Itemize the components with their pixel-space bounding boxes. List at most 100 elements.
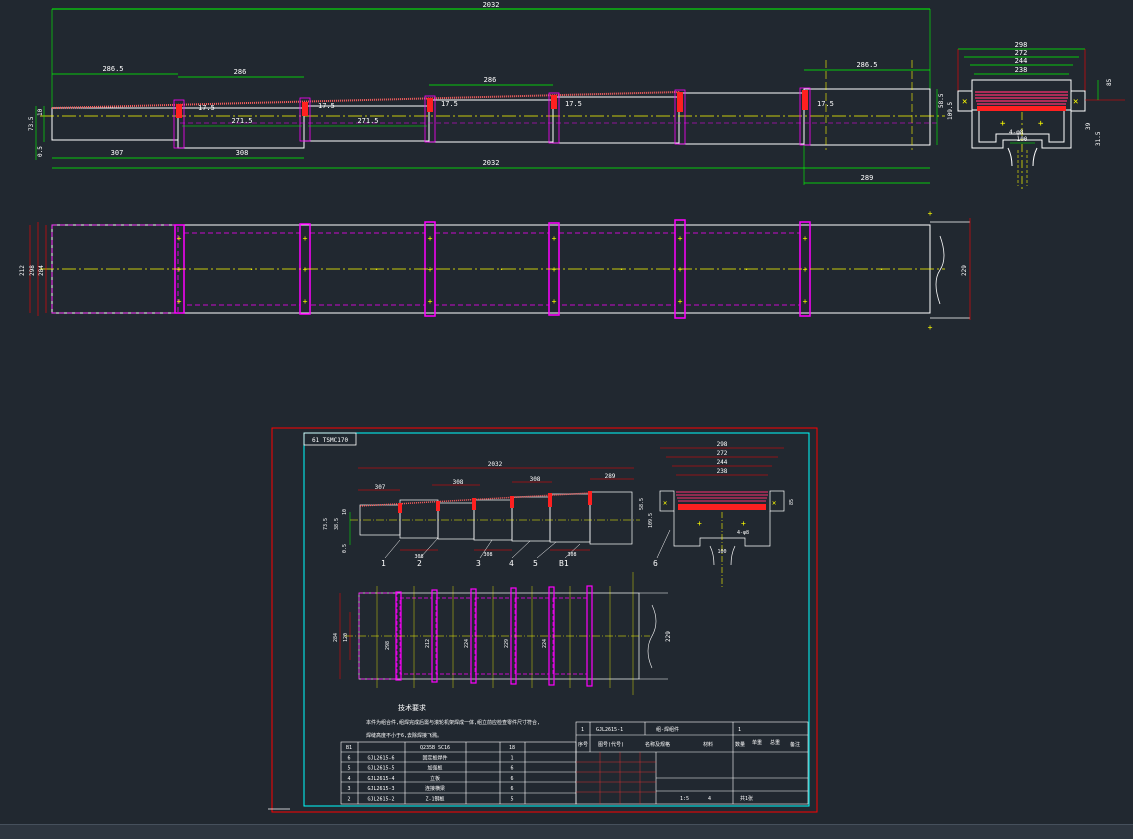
mini-left-3: 10 <box>342 509 348 515</box>
bom-cell: 加强板 <box>427 765 442 772</box>
mini-plan-inner-1: 298 <box>385 641 391 650</box>
sec-width-4: 238 <box>1015 66 1028 74</box>
mini-bottom-3: 308 <box>567 552 576 558</box>
sec-side-label: 85 <box>1106 78 1113 86</box>
mini-plan-left-1: 284 <box>333 633 339 642</box>
bom-cell: 1 <box>510 755 513 761</box>
sheet-title-tab: 61 TSMC170 <box>312 437 349 444</box>
dim-gap-1: 17.5 <box>198 104 215 112</box>
mini-sec-4: 238 <box>717 468 728 475</box>
mini-sec-3: 244 <box>717 459 728 466</box>
dim-gap-3: 17.5 <box>441 100 458 108</box>
mini-sec-7: 4-φ8 <box>737 530 749 536</box>
status-bar[interactable] <box>0 824 1133 839</box>
bom-rows: B1 Q235B SC16 18 6 GJL2615-6 固定板焊件 1 5 GJL2615-5… <box>346 745 515 803</box>
part-num-b1: B1 <box>559 559 569 568</box>
mini-bottom-2: 308 <box>483 552 492 558</box>
bom-cell: 连接横梁 <box>425 785 445 792</box>
notes-line-2: 焊缝高度不小于6,去除焊接飞溅。 <box>366 732 442 739</box>
svg-text:+: + <box>303 234 308 243</box>
dim-left-1: 73.5 <box>28 116 35 131</box>
elevation-view: 2032 286.5 286 286 286.5 17.5 17.5 17.5 … <box>28 1 954 185</box>
mini-top-5: 289 <box>605 473 616 480</box>
sec-bottom-label: 100 <box>1017 136 1028 143</box>
bom-cell: GJL2615-3 <box>367 786 394 792</box>
title-block <box>575 721 809 805</box>
mini-left-2: 38.5 <box>334 518 340 530</box>
dim-right-1: 58.5 <box>938 93 945 108</box>
sheet-mini-plan: 284 120 298 212 224 229 224 229 <box>333 572 672 695</box>
part-num-5: 5 <box>533 559 538 568</box>
tb-qty: 1 <box>738 727 741 733</box>
tb-h2: 名称及规格 <box>645 741 670 748</box>
mini-left-1: 73.5 <box>323 518 329 530</box>
dim-inner-2: 271.5 <box>357 117 378 125</box>
tb-scale: 1:5 <box>680 796 689 802</box>
cad-model-space[interactable]: 2032 286.5 286 286 286.5 17.5 17.5 17.5 … <box>0 0 1133 824</box>
sec-anchor-label: 4-φ8 <box>1009 129 1024 136</box>
bolt-symbol-mid-left: + <box>1000 119 1006 129</box>
dim-gap-4: 17.5 <box>565 100 582 108</box>
svg-text:•: • <box>375 267 378 273</box>
bom-cell: 6 <box>510 776 513 782</box>
svg-text:+: + <box>678 297 683 306</box>
tb-seq: 1 <box>581 727 584 733</box>
bom-cell: Z-1钢板 <box>425 796 444 803</box>
bom-table <box>340 741 577 805</box>
sheet-mini-section: 298 272 244 238 85 100 4-φ8 ✕ ✕ + + <box>659 441 795 588</box>
dim-seg-1: 286.5 <box>102 65 123 73</box>
bolt-symbol-mid-right: + <box>1038 119 1044 129</box>
cross-section-view: 298 272 244 238 ✕ ✕ + + 4-φ8 100 85 39 3… <box>957 41 1125 190</box>
dim-left-3: 0.5 <box>37 146 44 157</box>
svg-text:•: • <box>620 267 623 273</box>
dim-left-2: 10 <box>37 108 44 116</box>
bom-cell: GJL2615-2 <box>367 797 394 803</box>
svg-text:+: + <box>928 323 933 332</box>
svg-text:+: + <box>928 209 933 218</box>
svg-text:+: + <box>428 265 433 274</box>
svg-text:+: + <box>803 265 808 274</box>
svg-text:+: + <box>177 234 182 243</box>
bolt-symbol-right: ✕ <box>1073 97 1078 107</box>
mini-bolt-a: + <box>697 519 702 528</box>
mini-plan-inner-3: 224 <box>464 639 470 648</box>
dim-overall-bottom: 2032 <box>483 159 500 167</box>
plan-dim-left-2: 298 <box>29 265 36 276</box>
mini-plan-inner-4: 229 <box>504 639 510 648</box>
bom-cell: 4 <box>347 776 350 782</box>
mini-bolt-b: + <box>741 519 746 528</box>
tb-h0: 序号 <box>578 741 588 748</box>
part-num-2: 2 <box>417 559 422 568</box>
part-num-4: 4 <box>509 559 514 568</box>
mini-sec-2: 272 <box>717 450 728 457</box>
sheet-mini-elevation: 2032 307 308 308 289 73.5 38.5 10 0.5 58… <box>323 461 671 568</box>
svg-text:•: • <box>500 267 503 273</box>
bom-cell: GJL2615-6 <box>367 755 394 761</box>
dim-right-bottom: 289 <box>861 174 874 182</box>
bom-cell: Q235B SC16 <box>420 745 450 751</box>
mini-plan-right: 229 <box>665 631 672 642</box>
dim-overall-top: 2032 <box>483 1 500 9</box>
svg-text:+: + <box>428 297 433 306</box>
tb-drawing-no: GJL2615-1 <box>596 727 623 733</box>
dim-inner-1: 271.5 <box>231 117 252 125</box>
svg-text:+: + <box>803 234 808 243</box>
dim-gap-5: 17.5 <box>817 100 834 108</box>
bom-cell: 5 <box>347 766 350 772</box>
svg-text:•: • <box>880 267 883 273</box>
mini-sec-5: 85 <box>789 499 795 505</box>
mini-sec-1: 298 <box>717 441 728 448</box>
bolt-symbol-left: ✕ <box>962 97 967 107</box>
bom-cell: 5 <box>510 797 513 803</box>
technical-notes: 技术要求 本件为组合件,组焊完成后需与滚轮机架焊成一体,组立前应检查零件尺寸符合… <box>366 703 540 739</box>
mini-plan-inner-2: 212 <box>425 639 431 648</box>
tb-h1: 图号(代号) <box>598 741 624 748</box>
sec-right-1: 39 <box>1085 122 1092 130</box>
mini-top-2: 307 <box>375 484 386 491</box>
tb-sheets: 4 <box>708 796 711 802</box>
drawing-canvas[interactable]: 2032 286.5 286 286 286.5 17.5 17.5 17.5 … <box>0 0 1133 824</box>
drawing-sheet[interactable]: 61 TSMC170 2032 307 308 308 289 73.5 38.… <box>268 427 818 813</box>
sec-width-1: 298 <box>1015 41 1028 49</box>
mini-right-2: 109.5 <box>648 513 654 528</box>
sec-width-3: 244 <box>1015 57 1028 65</box>
